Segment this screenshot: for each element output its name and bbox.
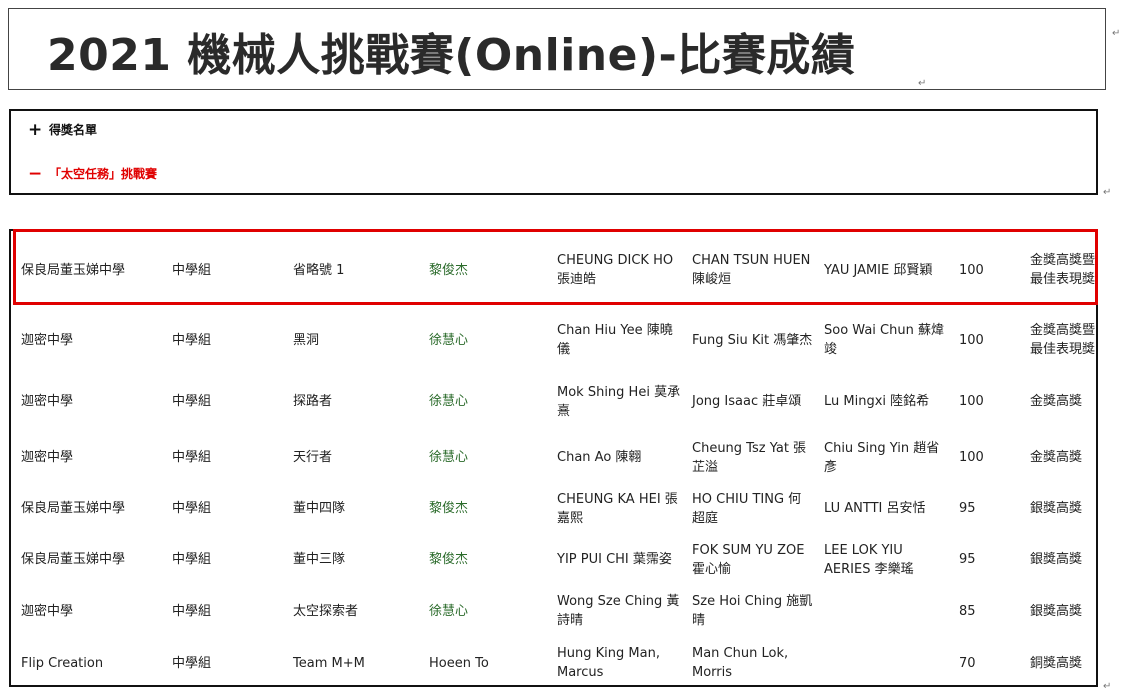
- teacher-cell: 徐慧心: [429, 332, 469, 348]
- award-cell: 銀獎高獎: [1030, 552, 1083, 567]
- table-row: 保良局董玉娣中學 中學組 省略號 1 黎俊杰 CHEUNG DICK HO 張迪皓 CHA…: [11, 231, 1096, 309]
- plus-icon: +: [28, 119, 43, 140]
- member-cell: HO CHIU TING 何超庭: [692, 491, 802, 526]
- paragraph-mark: ↵: [1103, 681, 1112, 692]
- group-cell: 中學組: [172, 262, 212, 278]
- group-cell: 中學組: [172, 655, 212, 671]
- award-cell: 銀獎高獎: [1030, 603, 1083, 619]
- score-cell: 95: [959, 501, 976, 516]
- page-title: 2021 機械人挑戰賽(Online)-比賽成績: [47, 30, 856, 81]
- score-cell: 100: [959, 394, 984, 409]
- member-cell: Man Chun Lok, Morris: [692, 646, 789, 680]
- member-cell: [814, 637, 949, 685]
- member-cell: LEE LOK YIU AERIES 李樂瑤: [824, 542, 914, 577]
- group-cell: 中學組: [172, 552, 212, 567]
- table-row: 保良局董玉娣中學 中學組 董中四隊 黎俊杰 CHEUNG KA HEI 張嘉熙 HO CH…: [11, 483, 1096, 534]
- teacher-cell: 黎俊杰: [429, 552, 469, 567]
- member-cell: Jong Isaac 莊卓頌: [692, 394, 802, 409]
- member-cell: CHEUNG DICK HO 張迪皓: [557, 253, 674, 287]
- school-cell: 迦密中學: [21, 332, 74, 348]
- score-cell: 100: [959, 332, 984, 348]
- score-cell: 70: [959, 655, 976, 671]
- minus-icon: −: [28, 163, 43, 184]
- member-cell: LU ANTTI 呂安恬: [824, 501, 926, 516]
- award-cell: 金獎高獎暨 最佳表現獎: [1030, 323, 1096, 357]
- table-row: Flip Creation 中學組 Team M+M Hoeen To Hung Kin…: [11, 637, 1096, 685]
- results-table: 保良局董玉娣中學 中學組 省略號 1 黎俊杰 CHEUNG DICK HO 張迪皓 CHA…: [11, 231, 1096, 685]
- team-name-cell: 董中三隊: [293, 552, 346, 567]
- paragraph-mark: ↵: [1103, 187, 1112, 198]
- team-name-cell: Team M+M: [293, 655, 365, 671]
- member-cell: FOK SUM YU ZOE 霍心愉: [692, 542, 805, 577]
- team-name-cell: 董中四隊: [293, 501, 346, 516]
- team-name-cell: 太空探索者: [293, 603, 359, 619]
- teacher-cell: 徐慧心: [429, 450, 469, 465]
- table-row: 迦密中學 中學組 黑洞 徐慧心 Chan Hiu Yee 陳曉儀 Fung Siu Kit…: [11, 309, 1096, 371]
- school-cell: 迦密中學: [21, 603, 74, 619]
- group-cell: 中學組: [172, 332, 212, 348]
- team-name-cell: 省略號 1: [293, 262, 345, 278]
- teacher-cell: 徐慧心: [429, 603, 469, 619]
- accordion-panel: [9, 109, 1098, 195]
- score-cell: 100: [959, 450, 984, 465]
- member-cell: Fung Siu Kit 馮肇杰: [692, 332, 813, 348]
- table-row: 迦密中學 中學組 天行者 徐慧心 Chan Ao 陳翱 Cheung Tsz Yat 張芷…: [11, 432, 1096, 483]
- accordion-item-space-mission[interactable]: − 「太空任務」挑戰賽: [28, 165, 157, 182]
- teacher-cell: 徐慧心: [429, 394, 469, 409]
- table-row: 迦密中學 中學組 探路者 徐慧心 Mok Shing Hei 莫承熹 Jong Isaac…: [11, 371, 1096, 432]
- award-cell: 銅獎高獎: [1030, 655, 1083, 671]
- table-row: 保良局董玉娣中學 中學組 董中三隊 黎俊杰 YIP PUI CHI 葉霈姿 FOK SUM…: [11, 534, 1096, 585]
- team-name-cell: 黑洞: [293, 332, 320, 348]
- teacher-cell: Hoeen To: [429, 655, 489, 671]
- score-cell: 95: [959, 552, 976, 567]
- score-cell: 85: [959, 603, 976, 619]
- group-cell: 中學組: [172, 603, 212, 619]
- award-cell: 金獎高獎: [1030, 394, 1083, 409]
- member-cell: Chan Hiu Yee 陳曉儀: [557, 323, 673, 357]
- team-name-cell: 天行者: [293, 450, 333, 465]
- member-cell: Sze Hoi Ching 施凱晴: [692, 594, 813, 628]
- results-table-container: 保良局董玉娣中學 中學組 省略號 1 黎俊杰 CHEUNG DICK HO 張迪皓 CHA…: [9, 229, 1098, 687]
- school-cell: 迦密中學: [21, 394, 74, 409]
- teacher-cell: 黎俊杰: [429, 501, 469, 516]
- paragraph-mark: ↵: [918, 78, 927, 89]
- title-box: 2021 機械人挑戰賽(Online)-比賽成績: [8, 8, 1106, 90]
- group-cell: 中學組: [172, 501, 212, 516]
- member-cell: Chan Ao 陳翱: [557, 450, 642, 465]
- member-cell: Mok Shing Hei 莫承熹: [557, 384, 681, 419]
- member-cell: Hung King Man, Marcus: [557, 646, 660, 680]
- member-cell: Chiu Sing Yin 趙省彥: [824, 440, 940, 475]
- school-cell: 保良局董玉娣中學: [21, 552, 126, 567]
- school-cell: 保良局董玉娣中學: [21, 262, 126, 278]
- award-cell: 銀獎高獎: [1030, 501, 1083, 516]
- member-cell: Wong Sze Ching 黃詩晴: [557, 594, 680, 628]
- accordion-item-award-list[interactable]: + 得獎名單: [28, 121, 97, 138]
- member-cell: [814, 585, 949, 637]
- paragraph-mark: ↵: [1112, 28, 1121, 39]
- member-cell: Soo Wai Chun 蘇煒竣: [824, 323, 944, 357]
- table-row: 迦密中學 中學組 太空探索者 徐慧心 Wong Sze Ching 黃詩晴 Sze Hoi…: [11, 585, 1096, 637]
- member-cell: YIP PUI CHI 葉霈姿: [557, 552, 672, 567]
- score-cell: 100: [959, 262, 984, 278]
- accordion-item-label: 得獎名單: [49, 123, 98, 137]
- award-cell: 金獎高獎暨 最佳表現獎: [1030, 253, 1096, 287]
- member-cell: Lu Mingxi 陸銘希: [824, 394, 930, 409]
- award-cell: 金獎高獎: [1030, 450, 1083, 465]
- school-cell: 迦密中學: [21, 450, 74, 465]
- teacher-cell: 黎俊杰: [429, 262, 469, 278]
- school-cell: 保良局董玉娣中學: [21, 501, 126, 516]
- member-cell: YAU JAMIE 邱賢穎: [824, 262, 933, 278]
- member-cell: CHEUNG KA HEI 張嘉熙: [557, 491, 678, 526]
- group-cell: 中學組: [172, 394, 212, 409]
- team-name-cell: 探路者: [293, 394, 333, 409]
- group-cell: 中學組: [172, 450, 212, 465]
- member-cell: Cheung Tsz Yat 張芷溢: [692, 440, 807, 475]
- school-cell: Flip Creation: [21, 655, 104, 671]
- member-cell: CHAN TSUN HUEN 陳峻烜: [692, 253, 811, 287]
- accordion-item-label: 「太空任務」挑戰賽: [49, 167, 158, 181]
